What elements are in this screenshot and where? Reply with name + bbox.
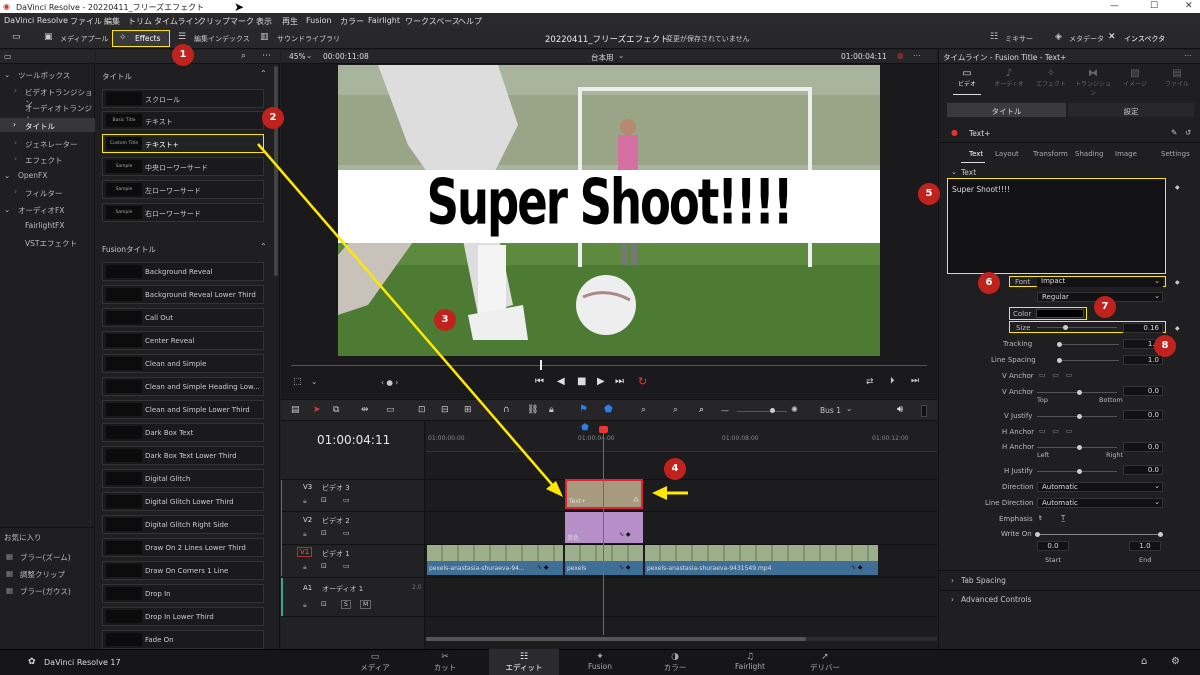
fusion-title-item[interactable]: Digital Glitch bbox=[102, 469, 264, 488]
fusion-title-thumbnail bbox=[106, 265, 142, 278]
page-label: デリバー bbox=[810, 663, 840, 672]
fusion-title-item[interactable]: Draw On Corners 1 Line bbox=[102, 561, 264, 580]
fusion-title-label: Draw On Corners 1 Line bbox=[145, 567, 229, 575]
fusion-title-item[interactable]: Clean and Simple bbox=[102, 354, 264, 373]
fusion-title-label: Background Reveal Lower Third bbox=[145, 291, 256, 299]
arrow-head bbox=[652, 486, 667, 500]
fusion-title-thumbnail bbox=[106, 633, 142, 646]
fusion-title-item[interactable]: Background Reveal Lower Third bbox=[102, 285, 264, 304]
fusion-title-thumbnail bbox=[106, 311, 142, 324]
page-icon: ➚ bbox=[821, 652, 829, 662]
fusion-title-label: Clean and Simple Lower Third bbox=[145, 406, 250, 414]
page-label: メディア bbox=[360, 663, 390, 672]
fusion-title-label: Dark Box Text bbox=[145, 429, 194, 437]
fusion-title-item[interactable]: Background Reveal bbox=[102, 262, 264, 281]
fusion-title-thumbnail bbox=[106, 495, 142, 508]
arrow-line bbox=[257, 143, 556, 489]
page-icon: ✂ bbox=[441, 652, 449, 662]
page-3[interactable]: ✦ Fusion bbox=[565, 649, 635, 675]
fusion-title-item[interactable]: Drop In Lower Third bbox=[102, 607, 264, 626]
fusion-title-thumbnail bbox=[106, 564, 142, 577]
arrow-head bbox=[546, 481, 563, 497]
fusion-title-item[interactable]: Call Out bbox=[102, 308, 264, 327]
fusion-title-thumbnail bbox=[106, 518, 142, 531]
page-1[interactable]: ✂ カット bbox=[410, 649, 480, 675]
callout-badge: 4 bbox=[664, 458, 686, 480]
page-label: Fusion bbox=[588, 662, 612, 671]
page-0[interactable]: ▭ メディア bbox=[340, 649, 410, 675]
fusion-title-item[interactable]: Draw On 2 Lines Lower Third bbox=[102, 538, 264, 557]
fusion-title-thumbnail bbox=[106, 380, 142, 393]
fusion-title-item[interactable]: Dark Box Text bbox=[102, 423, 264, 442]
page-icon: ♫ bbox=[745, 652, 755, 662]
fusion-title-label: Clean and Simple bbox=[145, 360, 207, 368]
page-icon: ◑ bbox=[671, 652, 679, 662]
fusion-title-label: Background Reveal bbox=[145, 268, 213, 276]
fusion-title-label: Center Reveal bbox=[145, 337, 195, 345]
fusion-title-label: Fade On bbox=[145, 636, 174, 644]
page-icon: ▭ bbox=[370, 652, 380, 662]
callout-badge: 6 bbox=[978, 272, 1000, 294]
fusion-title-item[interactable]: Center Reveal bbox=[102, 331, 264, 350]
page-icon: ✦ bbox=[596, 652, 604, 662]
fusion-title-thumbnail bbox=[106, 541, 142, 554]
page-label: カット bbox=[433, 663, 457, 672]
fusion-title-item[interactable]: Drop In bbox=[102, 584, 264, 603]
callout-badge: 1 bbox=[172, 44, 194, 66]
page-label: カラー bbox=[663, 663, 687, 672]
fusion-title-label: Clean and Simple Heading Low... bbox=[145, 383, 260, 391]
fusion-title-label: Draw On 2 Lines Lower Third bbox=[145, 544, 246, 552]
callout-badge: 3 bbox=[434, 309, 456, 331]
fusion-title-label: Call Out bbox=[145, 314, 173, 322]
fusion-title-item[interactable]: Digital Glitch Lower Third bbox=[102, 492, 264, 511]
callout-badge: 2 bbox=[262, 107, 284, 129]
page-label: Fairlight bbox=[734, 662, 765, 671]
fusion-title-label: Digital Glitch Right Side bbox=[145, 521, 229, 529]
fusion-title-item[interactable]: Fade On bbox=[102, 630, 264, 649]
fusion-title-label: Digital Glitch Lower Third bbox=[145, 498, 234, 506]
page-5[interactable]: ♫ Fairlight bbox=[715, 649, 785, 675]
fusion-title-thumbnail bbox=[106, 334, 142, 347]
fusion-title-item[interactable]: Digital Glitch Right Side bbox=[102, 515, 264, 534]
fusion-title-thumbnail bbox=[106, 449, 142, 462]
fusion-title-item[interactable]: Clean and Simple Lower Third bbox=[102, 400, 264, 419]
fusion-title-thumbnail bbox=[106, 587, 142, 600]
callout-badge: 7 bbox=[1094, 296, 1116, 318]
callout-badge: 5 bbox=[918, 183, 940, 205]
fusion-title-label: Drop In bbox=[145, 590, 171, 598]
fusion-title-label: Digital Glitch bbox=[145, 475, 191, 483]
fusion-title-item[interactable]: Clean and Simple Heading Low... bbox=[102, 377, 264, 396]
fusion-title-thumbnail bbox=[106, 472, 142, 485]
page-label: エディット bbox=[505, 663, 543, 672]
fusion-title-label: Dark Box Text Lower Third bbox=[145, 452, 237, 460]
page-4[interactable]: ◑ カラー bbox=[640, 649, 710, 675]
fusion-title-thumbnail bbox=[106, 426, 142, 439]
fusion-title-thumbnail bbox=[106, 288, 142, 301]
page-2[interactable]: ☷ エディット bbox=[489, 649, 559, 675]
davinci-resolve-window: ◉ DaVinci Resolve - 20220411_フリーズエフェクト —… bbox=[0, 0, 1200, 675]
fusion-title-thumbnail bbox=[106, 403, 142, 416]
page-icon: ☷ bbox=[519, 652, 529, 662]
fusion-title-thumbnail bbox=[106, 610, 142, 623]
fusion-title-thumbnail bbox=[106, 357, 142, 370]
fusion-title-label: Drop In Lower Third bbox=[145, 613, 214, 621]
page-6[interactable]: ➚ デリバー bbox=[790, 649, 860, 675]
callout-badge: 8 bbox=[1154, 335, 1176, 357]
mouse-cursor-icon: ➤ bbox=[234, 0, 245, 14]
fusion-title-item[interactable]: Dark Box Text Lower Third bbox=[102, 446, 264, 465]
